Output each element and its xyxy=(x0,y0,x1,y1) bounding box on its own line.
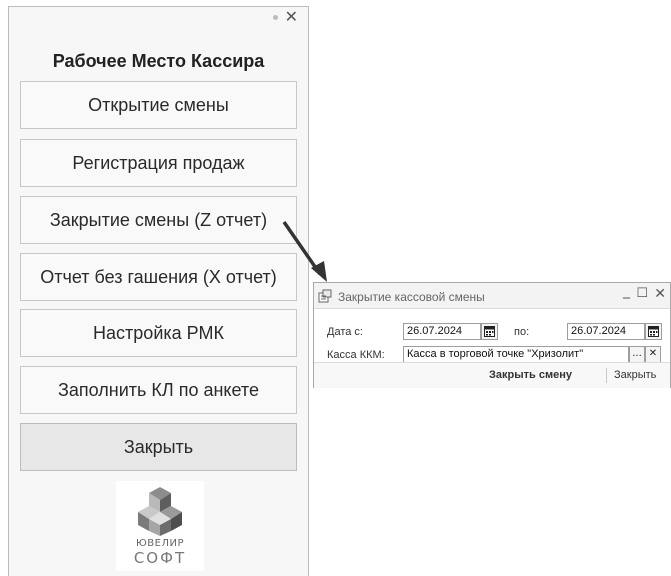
close-dialog-button[interactable]: Закрыть xyxy=(614,369,656,381)
open-shift-button[interactable]: Открытие смены xyxy=(20,81,297,129)
logo-icon xyxy=(138,487,182,536)
date-to-field[interactable]: 26.07.2024 xyxy=(567,323,645,340)
dialog-footer: Закрыть смену Закрыть xyxy=(314,362,670,388)
rmk-settings-button[interactable]: Настройка РМК xyxy=(20,309,297,357)
close-panel-button[interactable]: Закрыть xyxy=(20,423,297,471)
date-from-label: Дата с: xyxy=(327,326,363,338)
sales-registration-button[interactable]: Регистрация продаж xyxy=(20,139,297,187)
date-from-field[interactable]: 26.07.2024 xyxy=(403,323,481,340)
dialog-titlebar: Закрытие кассовой смены _ ☐ ✕ xyxy=(314,283,670,309)
pin-icon[interactable] xyxy=(273,15,278,20)
arrow-icon xyxy=(282,221,327,282)
close-icon[interactable]: ✕ xyxy=(285,9,298,25)
kkm-label: Касса ККМ: xyxy=(327,349,385,361)
dialog-title: Закрытие кассовой смены xyxy=(338,290,485,304)
logo-text-line2: СОФТ xyxy=(133,549,187,567)
cashier-workplace-panel: ✕ Рабочее Место Кассира Открытие смены Р… xyxy=(8,6,309,576)
maximize-icon[interactable]: ☐ xyxy=(636,286,648,301)
close-shift-dialog: Закрытие кассовой смены _ ☐ ✕ Дата с: 26… xyxy=(313,282,671,388)
date-to-label: по: xyxy=(514,326,530,338)
panel-title: Рабочее Место Кассира xyxy=(52,51,265,71)
select-kkm-button[interactable]: ... xyxy=(629,346,645,363)
close-shift-z-report-button[interactable]: Закрытие смены (Z отчет) xyxy=(20,196,297,244)
close-icon[interactable]: ✕ xyxy=(654,286,666,302)
fill-kl-button[interactable]: Заполнить КЛ по анкете xyxy=(20,366,297,414)
calendar-icon[interactable] xyxy=(645,323,662,340)
close-shift-button[interactable]: Закрыть смену xyxy=(489,369,572,381)
panel-titlebar: ✕ xyxy=(9,7,308,29)
kkm-select-field[interactable]: Касса в торговой точке "Хризолит" xyxy=(403,346,629,363)
dialog-form-icon xyxy=(318,289,332,303)
calendar-icon[interactable] xyxy=(481,323,498,340)
minimize-icon[interactable]: _ xyxy=(623,283,630,299)
footer-separator xyxy=(606,368,607,383)
logo-text-line1: ЮВЕЛИР xyxy=(135,538,184,549)
x-report-button[interactable]: Отчет без гашения (X отчет) xyxy=(20,253,297,301)
logo: ЮВЕЛИР СОФТ xyxy=(116,481,204,571)
clear-kkm-button[interactable]: ✕ xyxy=(645,346,661,363)
